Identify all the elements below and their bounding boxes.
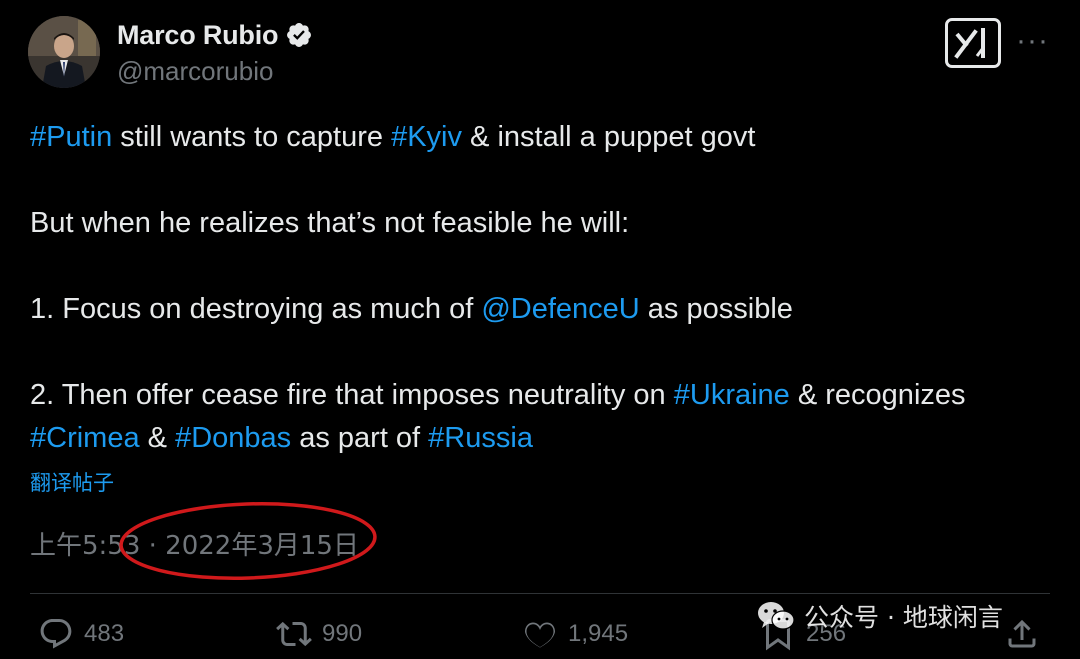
hashtag-donbas[interactable]: #Donbas	[175, 422, 291, 454]
author-handle[interactable]: @marcorubio	[117, 56, 273, 87]
tweet-text: #Putin still wants to capture #Kyiv & in…	[30, 116, 1060, 460]
avatar-image	[28, 16, 100, 88]
tweet-line-2: But when he realizes that’s not feasible…	[30, 207, 630, 239]
verified-badge-icon	[287, 23, 312, 47]
hashtag-russia[interactable]: #Russia	[428, 422, 533, 454]
tweet-text-segment: 2. Then offer cease fire that imposes ne…	[30, 379, 674, 411]
hashtag-crimea[interactable]: #Crimea	[30, 422, 140, 454]
watermark-text: 公众号 · 地球闲言	[804, 603, 1003, 632]
divider	[30, 593, 1050, 594]
translate-post-link[interactable]: 翻译帖子	[30, 467, 114, 497]
tweet-line-4: 2. Then offer cease fire that imposes ne…	[30, 374, 1060, 460]
grok-icon	[954, 28, 985, 59]
tweet-line-1: #Putin still wants to capture #Kyiv & in…	[30, 116, 1060, 159]
avatar[interactable]	[28, 16, 100, 88]
repost-count: 990	[322, 620, 363, 647]
tweet-text-segment: &	[139, 422, 176, 454]
like-count: 1,945	[568, 620, 629, 647]
watermark: 公众号 · 地球闲言	[756, 596, 1003, 636]
hashtag-putin[interactable]: #Putin	[30, 121, 112, 153]
like-icon	[525, 622, 555, 648]
hashtag-ukraine[interactable]: #Ukraine	[674, 379, 790, 411]
tweet-text-segment: as possible	[639, 293, 793, 325]
retweet-icon	[276, 621, 312, 647]
wechat-icon	[758, 602, 795, 630]
tweet-text-segment: 1. Focus on destroying as much of	[30, 293, 482, 325]
tweet-text-segment: still wants to capture	[112, 121, 392, 153]
author-name-row[interactable]: Marco Rubio	[117, 16, 313, 54]
tweet-line-3: 1. Focus on destroying as much of @Defen…	[30, 288, 1060, 331]
author-name[interactable]: Marco Rubio	[117, 20, 279, 51]
tweet-text-segment: & recognizes	[789, 379, 966, 411]
tweet-text-segment: & install a puppet govt	[462, 121, 756, 153]
reply-count: 483	[84, 620, 125, 647]
reply-button[interactable]: 483	[38, 614, 124, 654]
grok-button[interactable]	[945, 18, 1001, 68]
mention-defenceu[interactable]: @DefenceU	[481, 293, 639, 325]
share-button[interactable]	[1004, 614, 1050, 654]
tweet-text-segment: as part of	[291, 422, 429, 454]
more-icon[interactable]: ···	[1016, 26, 1049, 56]
hashtag-kyiv[interactable]: #Kyiv	[391, 121, 462, 153]
share-icon	[1008, 619, 1036, 648]
reply-icon	[40, 619, 72, 649]
like-button[interactable]: 1,945	[522, 614, 628, 654]
annotation-circle	[119, 502, 377, 580]
repost-button[interactable]: 990	[276, 614, 362, 654]
